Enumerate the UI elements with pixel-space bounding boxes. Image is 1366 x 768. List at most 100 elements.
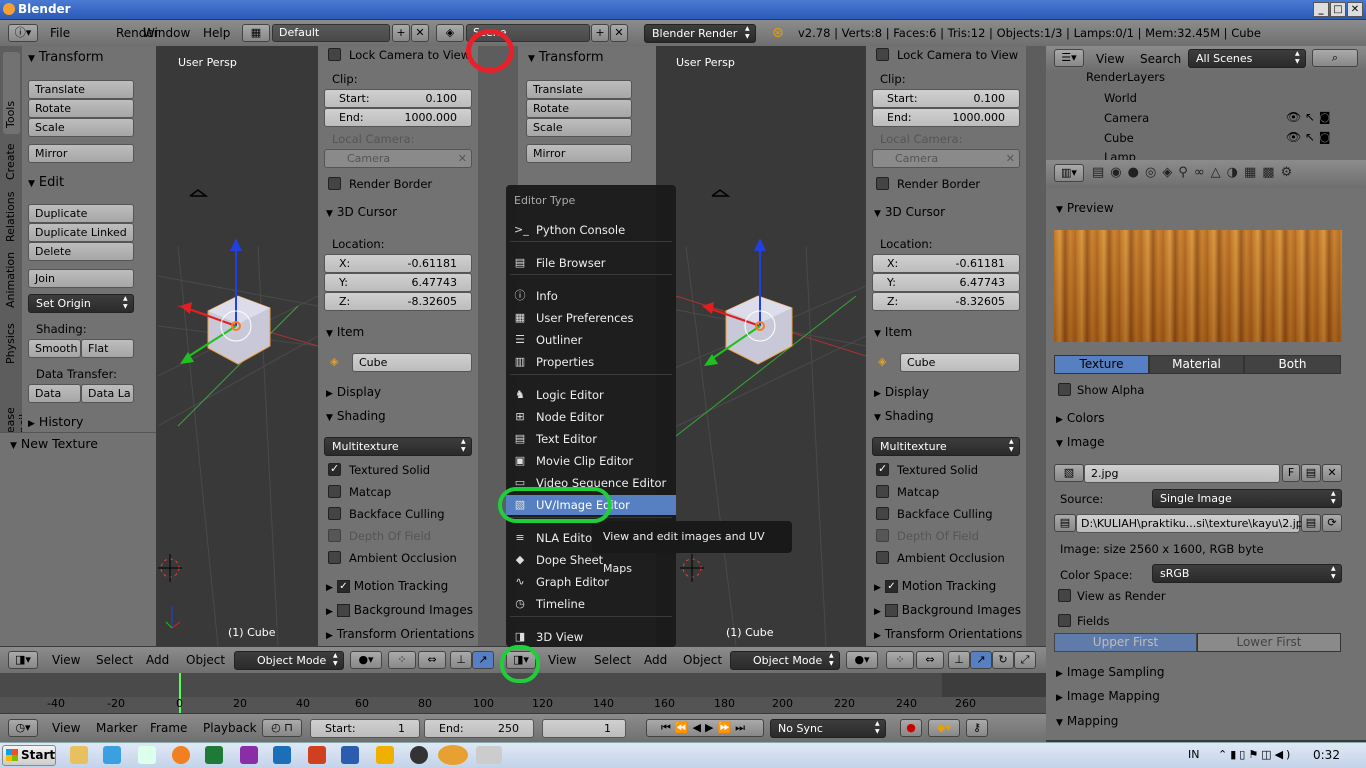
menu-item-user-preferences[interactable]: ▦ User Preferences [506, 308, 676, 328]
menu-item-text-editor[interactable]: ▤ Text Editor [506, 429, 676, 449]
rotate-button[interactable]: Rotate [28, 99, 134, 118]
tab-tools[interactable]: Tools [4, 101, 17, 128]
menu-item-dope-sheet[interactable]: ◆ Dope Sheet [506, 550, 676, 570]
right-item-name-field[interactable]: Cube [900, 353, 1020, 372]
right-translate-button[interactable]: Translate [526, 80, 632, 99]
right-scale-button[interactable]: Scale [526, 118, 632, 137]
right-select-menu[interactable]: Select [594, 648, 631, 672]
show-alpha-checkbox[interactable] [1058, 383, 1071, 396]
upper-first-toggle[interactable]: Upper First [1054, 633, 1197, 652]
right-3d-viewport[interactable]: User Persp (1) Cube [656, 46, 866, 646]
outliner-row-world[interactable]: World [1104, 91, 1137, 105]
left-move-icon[interactable]: ↗ [472, 651, 494, 669]
flat-button[interactable]: Flat [81, 339, 134, 358]
left-editor-type-button[interactable]: ◨▾ [8, 651, 38, 669]
outliner-editor-type-button[interactable]: ☰▾ [1054, 49, 1084, 67]
onenote-icon[interactable] [240, 746, 258, 764]
outliner-row-renderlayers[interactable]: RenderLayers [1086, 70, 1165, 84]
current-frame-field[interactable]: 1 [542, 719, 626, 738]
data-layout-button[interactable]: Data La [81, 384, 134, 403]
reload-icon[interactable]: ⟳ [1322, 514, 1342, 532]
item-panel-header[interactable]: ▼ Item [326, 325, 364, 339]
left-object-menu[interactable]: Object [186, 648, 225, 672]
clip-end-field[interactable]: End: 1000.000 [324, 108, 472, 127]
color-space-select[interactable]: sRGB [1152, 564, 1342, 583]
outliner-search-icon[interactable]: ⌕ [1312, 49, 1358, 67]
view-as-render-checkbox[interactable] [1058, 589, 1071, 602]
fields-checkbox[interactable] [1058, 614, 1071, 627]
right-display-header[interactable]: ▶ Display [874, 385, 929, 399]
blender-taskbar-icon[interactable] [438, 745, 468, 765]
start-button[interactable]: Start [2, 745, 56, 766]
word-icon[interactable] [341, 746, 359, 764]
visibility-eye-icon[interactable]: 👁 ↖ ◙ [1286, 130, 1331, 144]
right-ao-checkbox[interactable] [876, 551, 889, 564]
timeline-view-menu[interactable]: View [52, 716, 80, 740]
shading-mode-select[interactable]: Multitexture [324, 437, 472, 456]
app-icon[interactable] [410, 746, 428, 764]
left-mode-select[interactable]: Object Mode [234, 651, 344, 670]
left-pivot-icon[interactable]: ⁘ [388, 651, 416, 669]
playback-controls[interactable]: ⏮⏪◀▶⏩⏭ [646, 719, 764, 737]
set-origin-select[interactable]: Set Origin [28, 294, 134, 313]
menu-item-logic-editor[interactable]: ♞ Logic Editor [506, 385, 676, 405]
cursor-x-field[interactable]: X: -0.61181 [324, 254, 472, 273]
ao-checkbox[interactable] [328, 551, 341, 564]
timeline-playback-menu[interactable]: Playback [203, 716, 257, 740]
unlink-image-icon[interactable]: ✕ [1322, 464, 1342, 482]
right-lock-camera-checkbox[interactable] [876, 48, 889, 61]
notepad-icon[interactable] [138, 746, 156, 764]
right-rotate-button[interactable]: Rotate [526, 99, 632, 118]
image-panel-header[interactable]: ▼ Image [1056, 435, 1105, 449]
fake-user-button[interactable]: F [1282, 464, 1300, 482]
render-engine-select[interactable]: Blender Render [644, 24, 756, 43]
scale-button[interactable]: Scale [28, 118, 134, 137]
join-button[interactable]: Join [28, 269, 134, 288]
file-icon[interactable]: ▤ [1054, 514, 1076, 532]
right-cursor-header[interactable]: ▼ 3D Cursor [874, 205, 945, 219]
outliner-row-camera[interactable]: Camera [1104, 111, 1149, 125]
right-dof-checkbox[interactable] [876, 529, 889, 542]
textured-solid-checkbox[interactable] [328, 462, 341, 476]
tab-both[interactable]: Both [1244, 355, 1341, 374]
matcap-checkbox[interactable] [328, 485, 341, 498]
remove-layout-button[interactable]: ✕ [411, 24, 429, 42]
right-background-images-header[interactable]: ▶ Background Images [874, 603, 1021, 617]
data-button[interactable]: Data [28, 384, 81, 403]
transform-orientations-header[interactable]: ▶ Transform Orientations [326, 627, 474, 641]
right-scale-icon[interactable]: ⤢ [1014, 651, 1036, 669]
render-border-checkbox[interactable] [328, 177, 341, 190]
outlook-icon[interactable] [273, 746, 291, 764]
delete-button[interactable]: Delete [28, 242, 134, 261]
info-editor-type-button[interactable]: ⓘ▾ [8, 24, 38, 42]
item-name-field[interactable]: Cube [352, 353, 472, 372]
right-textured-solid-checkbox[interactable] [876, 462, 889, 476]
right-shading-header[interactable]: ▼ Shading [874, 409, 934, 423]
outliner-row-cube[interactable]: Cube [1104, 131, 1134, 145]
tab-animation[interactable]: Animation [4, 252, 17, 308]
right-rotate-icon[interactable]: ↻ [992, 651, 1014, 669]
motion-tracking-header[interactable]: ▶ ✓ Motion Tracking [326, 579, 448, 593]
right-clip-end-field[interactable]: End: 1000.000 [872, 108, 1020, 127]
left-shading-icon[interactable]: ●▾ [350, 651, 382, 669]
image-mapping-header[interactable]: ▶ Image Mapping [1056, 689, 1160, 703]
right-shading-icon[interactable]: ●▾ [846, 651, 878, 669]
right-cursor-z-field[interactable]: Z: -8.32605 [872, 292, 1020, 311]
right-scrollbar[interactable] [1026, 46, 1046, 646]
right-add-menu[interactable]: Add [644, 648, 667, 672]
add-layout-button[interactable]: + [392, 24, 410, 42]
media-player-icon[interactable] [103, 746, 121, 764]
left-select-menu[interactable]: Select [96, 648, 133, 672]
record-icon[interactable]: ● [900, 719, 922, 737]
outliner-filter-select[interactable]: All Scenes [1188, 49, 1306, 68]
right-local-camera-field[interactable]: Camera ✕ [872, 149, 1020, 168]
background-images-header[interactable]: ▶ Background Images [326, 603, 473, 617]
right-cursor-x-field[interactable]: X: -0.61181 [872, 254, 1020, 273]
right-shading-mode-select[interactable]: Multitexture [872, 437, 1020, 456]
smooth-button[interactable]: Smooth [28, 339, 81, 358]
timeline-frame-menu[interactable]: Frame [150, 716, 187, 740]
dof-checkbox[interactable] [328, 529, 341, 542]
timeline-editor-type-button[interactable]: ◷▾ [8, 719, 38, 737]
keying-icon[interactable]: ◆▾ [928, 719, 960, 737]
start-frame-field[interactable]: Start: 1 [310, 719, 420, 738]
